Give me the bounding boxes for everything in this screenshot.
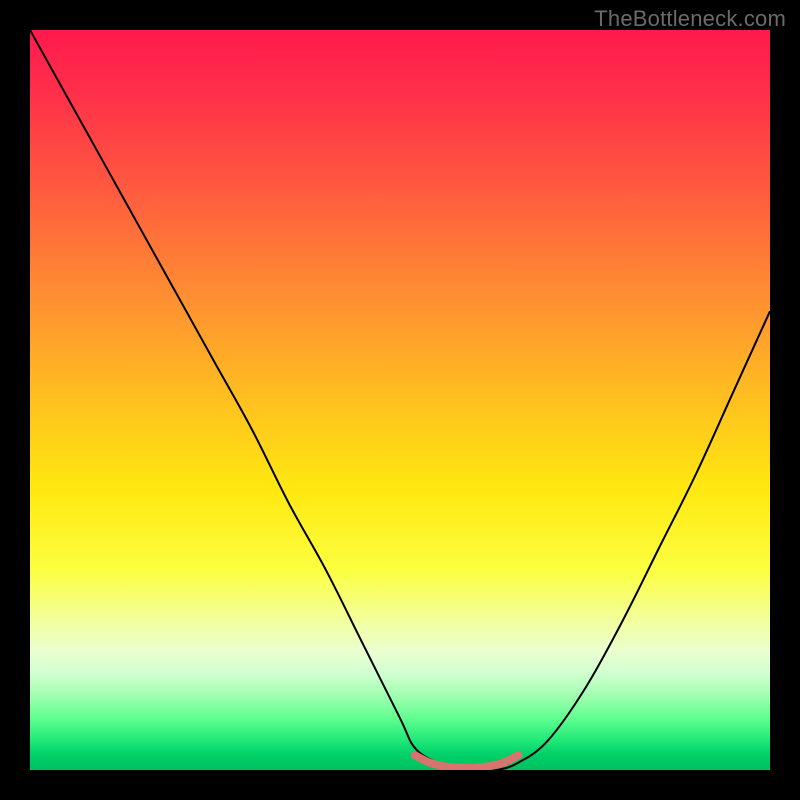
watermark-text: TheBottleneck.com: [594, 6, 786, 32]
bottleneck-curve-path: [30, 30, 770, 770]
chart-svg: [30, 30, 770, 770]
optimal-band-path: [415, 755, 519, 768]
chart-plot-area: [30, 30, 770, 770]
